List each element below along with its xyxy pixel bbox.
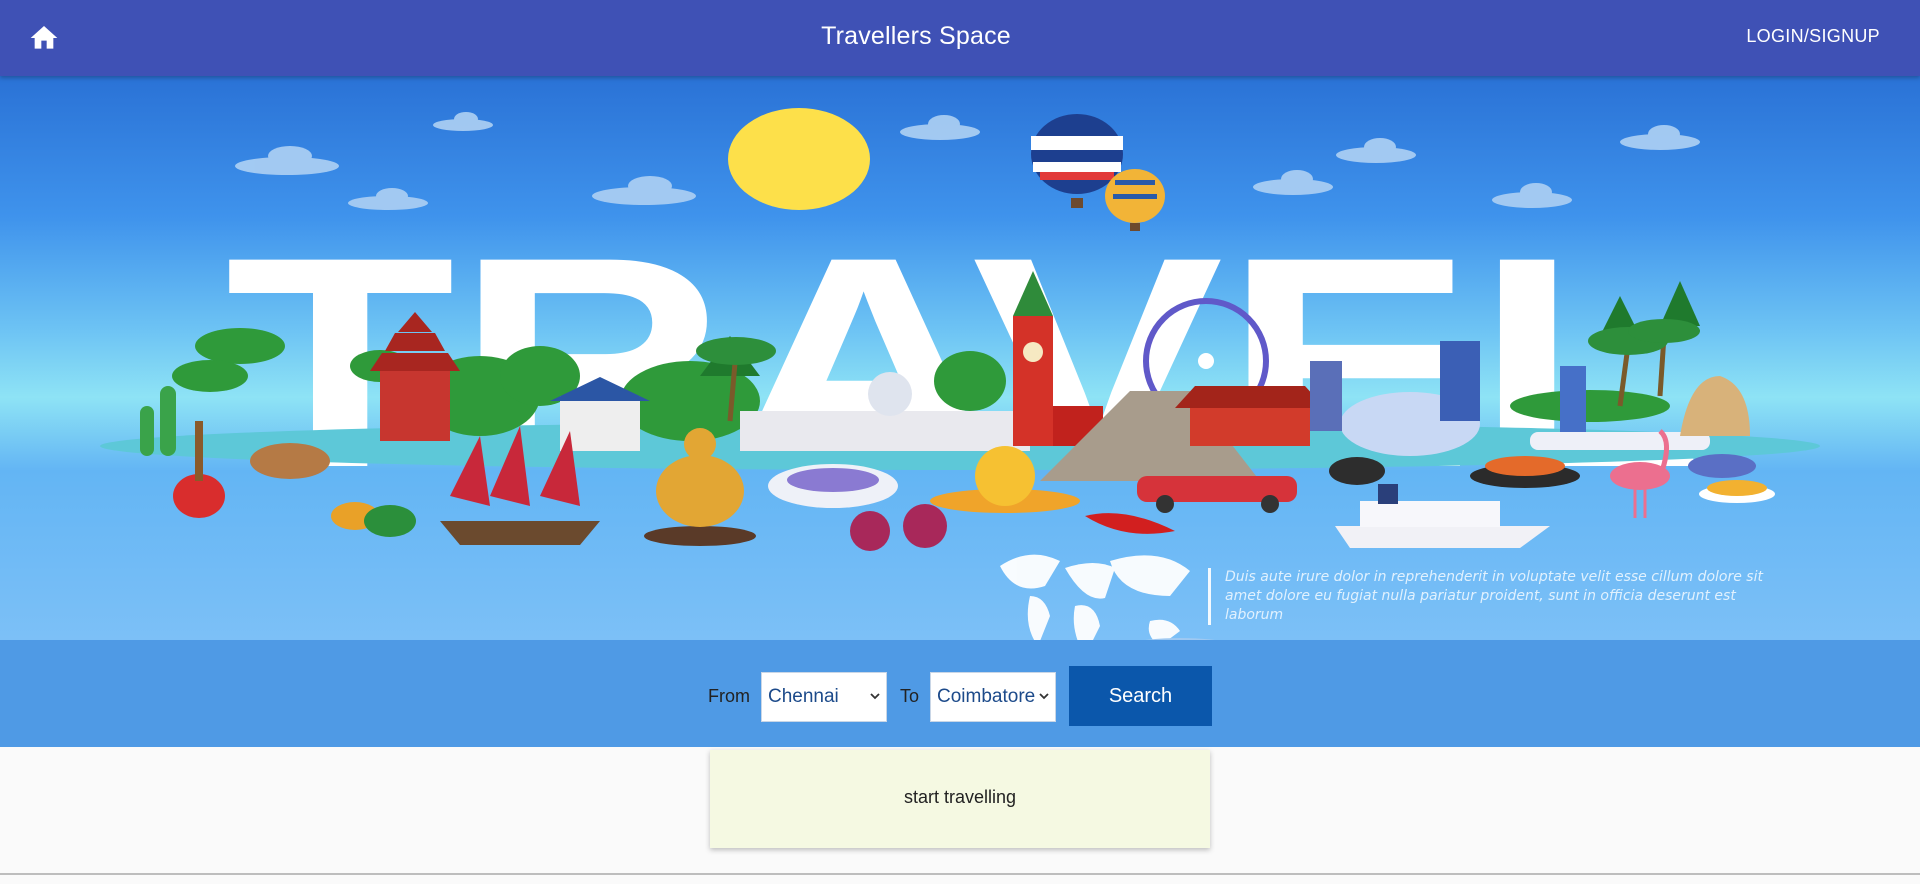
from-select[interactable]: Chennai (761, 672, 887, 722)
chevron-down-icon (1039, 693, 1049, 700)
login-signup-button[interactable]: LOGIN/SIGNUP (1746, 26, 1880, 47)
from-select-value: Chennai (768, 686, 839, 707)
result-message: start travelling (903, 787, 1017, 807)
app-title: Travellers Space (821, 22, 1011, 50)
to-label: To (900, 686, 920, 706)
result-card: start travelling (710, 750, 1210, 848)
search-button[interactable]: Search (1069, 666, 1212, 726)
search-row: From Chennai To Coimbatore Search (0, 666, 1920, 726)
from-label: From (708, 686, 750, 706)
app-bar: Travellers Space LOGIN/SIGNUP (0, 0, 1920, 76)
chevron-down-icon (870, 693, 880, 700)
divider (0, 873, 1920, 875)
travel-illustration: TRAVEL (100, 108, 1820, 640)
hero-caption: Duis aute irure dolor in reprehenderit i… (1208, 568, 1768, 625)
to-select-value: Coimbatore (937, 686, 1036, 707)
to-select[interactable]: Coimbatore (930, 672, 1056, 722)
hero-banner: TRAVEL (0, 76, 1920, 640)
search-bar: From Chennai To Coimbatore Search (0, 640, 1920, 747)
